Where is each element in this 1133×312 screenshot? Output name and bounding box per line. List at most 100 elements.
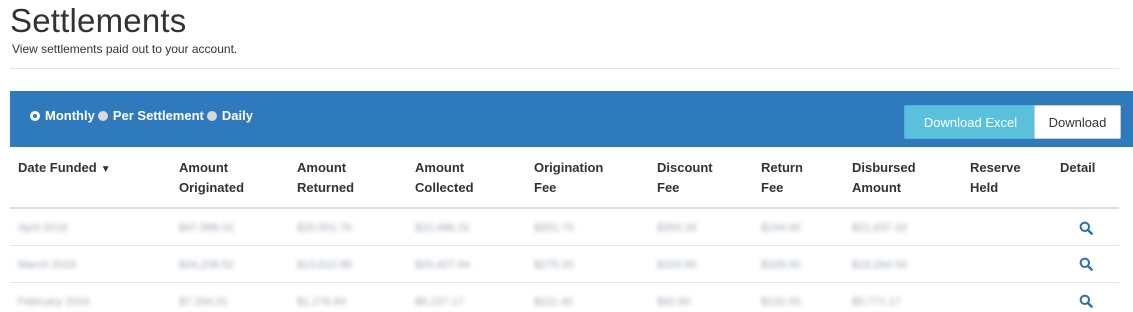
cell-value: $5,771.17	[852, 296, 901, 308]
cell-discount-fee: $193.90	[649, 245, 753, 283]
download-button[interactable]: Download	[1034, 105, 1121, 139]
cell-value: $244.00	[761, 222, 801, 235]
cell-amount-originated: $34,238.52	[171, 245, 289, 283]
column-header-line: Originated	[179, 180, 245, 195]
column-header-label: Detail	[1060, 160, 1096, 175]
column-header-line: Discount	[657, 160, 713, 175]
cell-value: $47,988.01	[179, 222, 235, 235]
table-row: April 2016 $47,988.01 $20,501.70 $22,486…	[10, 208, 1119, 246]
cell-detail	[1052, 282, 1119, 312]
cell-detail	[1052, 208, 1119, 246]
cell-value: $20,427.64	[415, 259, 471, 271]
radio-per-settlement-indicator[interactable]	[97, 110, 108, 121]
radio-daily[interactable]: Daily	[206, 108, 253, 123]
cell-amount-collected: $22,486.31	[407, 208, 526, 246]
column-header-line: Collected	[415, 180, 474, 195]
cell-origination-fee: $275.20	[526, 245, 649, 283]
cell-value: $132.00	[761, 296, 801, 308]
cell-disbursed-amount: $21,637.33	[844, 208, 962, 246]
column-header-detail: Detail	[1052, 147, 1119, 209]
cell-return-fee: $244.00	[753, 208, 844, 246]
download-excel-button[interactable]: Download Excel	[904, 105, 1037, 139]
table-row: February 2016 $7,334.01 $1,176.84 $6,157…	[10, 282, 1119, 312]
search-icon[interactable]	[1079, 257, 1093, 272]
cell-amount-returned: $1,176.84	[289, 282, 407, 312]
column-header-line: Amount	[852, 180, 902, 195]
cell-detail	[1052, 245, 1119, 283]
column-header-reserve-held: Reserve Held	[962, 147, 1052, 209]
column-header-origination-fee: Origination Fee	[526, 147, 649, 209]
cell-value: $275.20	[534, 259, 574, 271]
cell-discount-fee: $42.60	[649, 282, 753, 312]
cell-origination-fee: $301.70	[526, 208, 649, 246]
table-header-row: Date Funded ▼ Amount Originated Amount Re…	[10, 147, 1119, 209]
column-header-line: Amount	[297, 160, 347, 175]
cell-amount-originated: $47,988.01	[171, 208, 289, 246]
cell-value: $19,294.54	[852, 259, 908, 271]
cell-value: $6,157.17	[415, 296, 464, 308]
radio-daily-indicator[interactable]	[206, 110, 217, 121]
column-header-label: Date Funded	[18, 160, 97, 175]
column-header-date-funded[interactable]: Date Funded ▼	[10, 147, 171, 209]
table-row: March 2016 $34,238.52 $13,610.86 $20,427…	[10, 245, 1119, 283]
cell-value: $328.00	[761, 259, 801, 271]
cell-return-fee: $328.00	[753, 245, 844, 283]
column-header-line: Fee	[761, 180, 784, 195]
cell-amount-collected: $20,427.64	[407, 245, 526, 283]
cell-discount-fee: $350.26	[649, 208, 753, 246]
cell-value: April 2016	[18, 222, 68, 235]
column-header-line: Amount	[179, 160, 229, 175]
page-subtitle: View settlements paid out to your accoun…	[12, 42, 238, 56]
cell-origination-fee: $211.40	[526, 282, 649, 312]
cell-disbursed-amount: $19,294.54	[844, 245, 962, 283]
column-header-disbursed-amount: Disbursed Amount	[844, 147, 962, 209]
cell-date-funded: February 2016	[10, 282, 171, 312]
cell-value: $301.70	[534, 222, 574, 235]
header-divider	[10, 68, 1119, 69]
cell-value: $34,238.52	[179, 259, 235, 271]
column-header-discount-fee: Discount Fee	[649, 147, 753, 209]
settlements-toolbar: Monthly Per Settlement Daily Download Ex…	[10, 91, 1133, 147]
radio-per-settlement[interactable]: Per Settlement	[97, 108, 204, 123]
cell-amount-originated: $7,334.01	[171, 282, 289, 312]
cell-amount-returned: $13,610.86	[289, 245, 407, 283]
cell-reserve-held	[962, 282, 1052, 312]
cell-value: $350.26	[657, 222, 697, 235]
radio-monthly-label: Monthly	[45, 108, 95, 123]
column-header-amount-originated: Amount Originated	[171, 147, 289, 209]
cell-value: March 2016	[18, 259, 77, 271]
cell-value: $20,501.70	[297, 222, 353, 235]
cell-date-funded: March 2016	[10, 245, 171, 283]
cell-return-fee: $132.00	[753, 282, 844, 312]
sort-down-icon[interactable]: ▼	[101, 164, 111, 175]
column-header-line: Return	[761, 160, 803, 175]
cell-reserve-held	[962, 208, 1052, 246]
page-title: Settlements	[10, 2, 187, 39]
cell-value: $211.40	[534, 296, 573, 308]
column-header-line: Fee	[534, 180, 557, 195]
column-header-line: Fee	[657, 180, 680, 195]
search-icon[interactable]	[1079, 221, 1093, 235]
column-header-line: Amount	[415, 160, 465, 175]
radio-per-settlement-label: Per Settlement	[112, 108, 204, 123]
radio-monthly-indicator[interactable]	[30, 110, 40, 121]
search-icon[interactable]	[1079, 294, 1093, 309]
cell-value: February 2016	[18, 296, 90, 308]
cell-amount-returned: $20,501.70	[289, 208, 407, 246]
cell-value: $7,334.01	[179, 296, 228, 308]
cell-value: $22,486.31	[415, 222, 471, 235]
cell-value: $13,610.86	[297, 259, 353, 271]
settlements-table: Date Funded ▼ Amount Originated Amount Re…	[10, 147, 1119, 312]
column-header-amount-returned: Amount Returned	[289, 147, 407, 209]
column-header-line: Reserve	[970, 160, 1021, 175]
cell-value: $21,637.33	[852, 222, 908, 235]
column-header-amount-collected: Amount Collected	[407, 147, 526, 209]
cell-disbursed-amount: $5,771.17	[844, 282, 962, 312]
cell-date-funded: April 2016	[10, 208, 171, 246]
radio-monthly[interactable]: Monthly	[30, 108, 95, 123]
cell-value: $193.90	[657, 259, 697, 271]
period-radio-group: Monthly Per Settlement Daily	[30, 108, 256, 123]
radio-daily-label: Daily	[221, 108, 253, 123]
column-header-line: Returned	[297, 180, 355, 195]
column-header-return-fee: Return Fee	[753, 147, 844, 209]
